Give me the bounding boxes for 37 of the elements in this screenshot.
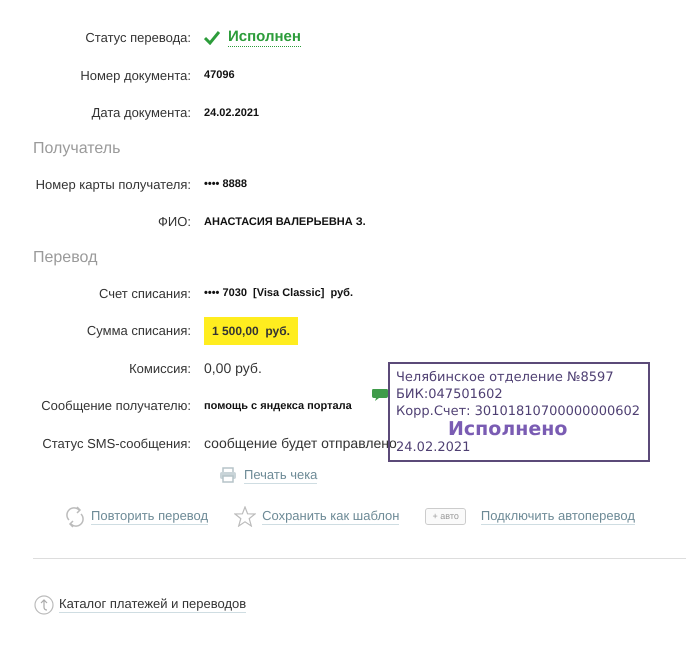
field-label: Дата документа:	[92, 105, 191, 120]
field-value: 0,00 руб.	[204, 358, 262, 378]
field-label: ФИО:	[158, 214, 191, 229]
stamp-text: Челябинское отделение №8597	[396, 369, 614, 386]
check-icon	[204, 30, 220, 45]
field-label: Счет списания:	[98, 286, 191, 300]
catalog-link[interactable]: Каталог платежей и переводов	[59, 596, 246, 613]
field-label: Статус SMS-сообщения:	[42, 436, 191, 450]
field-value: •••• 7030 [Visa Classic] руб.	[204, 286, 354, 301]
field-value: АНАСТАСИЯ ВАЛЕРЬЕВНА З.	[204, 214, 366, 230]
field-value: 24.02.2021	[204, 106, 260, 120]
action-link[interactable]: Повторить перевод	[91, 508, 208, 525]
status-value: Исполнен	[228, 29, 301, 46]
field-value: помощь с яндекса портала	[204, 398, 352, 414]
stamp-text: БИК:047501602	[396, 386, 503, 403]
field-label: Комиссия:	[129, 360, 191, 376]
stamp-date: 24.02.2021	[396, 439, 470, 456]
field-label: Номер карты получателя:	[36, 176, 191, 192]
field-label: Сумма списания:	[86, 323, 191, 338]
printer-icon	[219, 467, 237, 484]
stamp-text: Корр.Счет: 30101810700000000602	[396, 403, 640, 420]
chat-bubble-icon	[371, 388, 389, 402]
section-heading: Перевод	[33, 248, 98, 268]
field-value: 1 500,00 руб.	[204, 316, 298, 345]
stamp-mark: Исполнено	[448, 420, 568, 439]
section-heading: Получатель	[33, 138, 120, 158]
action-link[interactable]: Сохранить как шаблон	[262, 508, 400, 525]
print-link[interactable]: Печать чека	[244, 467, 318, 484]
field-label: Номер документа:	[80, 68, 191, 82]
auto-badge: + авто	[425, 508, 466, 526]
field-value: •••• 8888	[204, 177, 247, 192]
field-label: Сообщение получателю:	[41, 398, 191, 413]
star-icon	[234, 506, 256, 528]
refresh-icon	[65, 506, 85, 528]
action-link[interactable]: Подключить автоперевод	[480, 508, 635, 525]
field-label: Статус перевода:	[85, 30, 191, 45]
field-value: 47096	[204, 68, 235, 83]
